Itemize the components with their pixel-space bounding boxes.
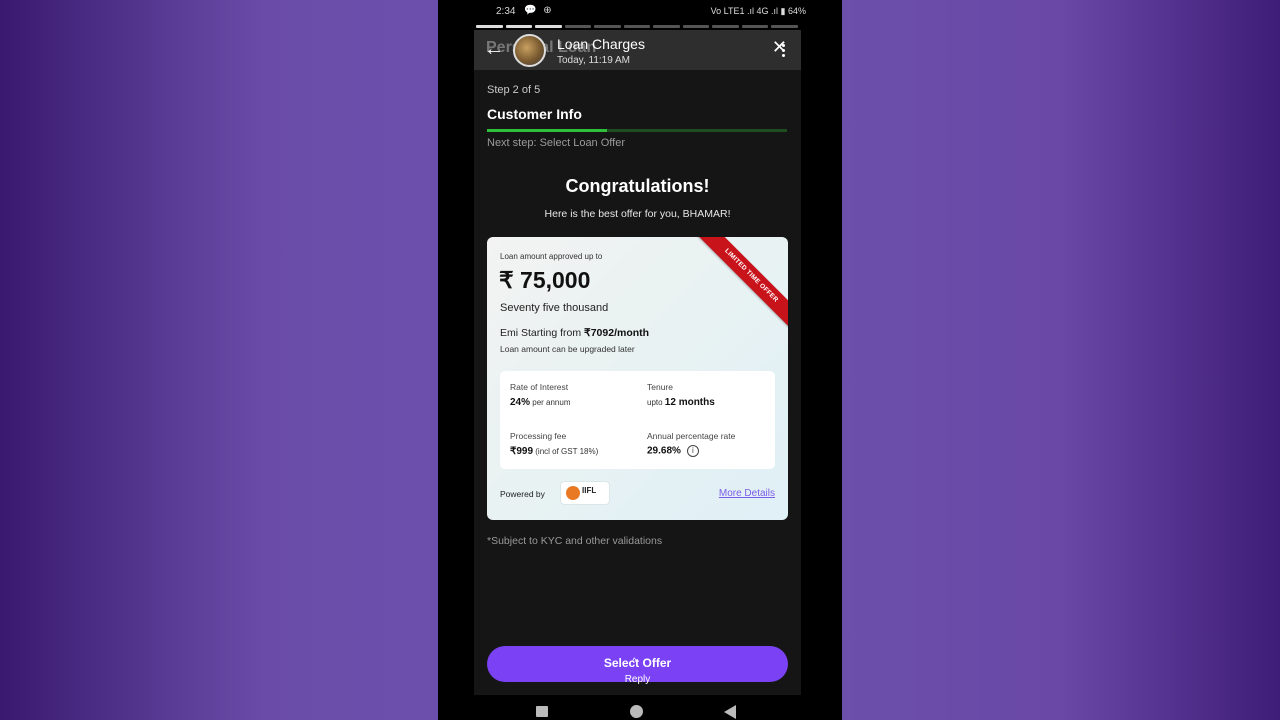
background-left [0,0,438,720]
next-step-text: Next step: Select Loan Offer [487,137,625,149]
tenure-value: upto 12 months [647,397,715,408]
reply-chevron-icon[interactable]: ^ [632,657,637,668]
limited-time-offer-ribbon: LIMITED TIME OFFER [691,237,788,336]
best-offer-subheading: Here is the best offer for you, BHAMAR! [544,208,731,220]
loan-amount: ₹ 75,000 [499,267,591,293]
story-segment [476,25,503,28]
story-segment [741,25,769,28]
fee-suffix: (incl of GST 18%) [533,447,599,456]
step-progress-fill [487,129,607,132]
story-title: Loan Charges [557,36,645,52]
rate-of-interest-value: 24% per annum [510,397,570,408]
kyc-disclaimer: *Subject to KYC and other validations [487,535,663,547]
status-time: 2:34 [496,6,516,17]
reply-label[interactable]: Reply [474,674,801,685]
story-segment [682,25,710,28]
processing-fee-value: ₹999 (incl of GST 18%) [510,446,598,457]
amount-in-words: Seventy five thousand [500,302,609,314]
status-bar: 2:34 💬 ⊕ Vo LTE1 .ıl 4G .ıl ▮ 64% [438,0,842,24]
apr-value: 29.68% i [647,445,699,457]
emi-value: ₹7092/month [584,327,650,339]
home-icon[interactable] [630,705,643,718]
notification-icons: 💬 ⊕ [524,5,554,16]
story-timestamp: Today, 11:19 AM [557,55,631,66]
emi-text: Emi Starting from ₹7092/month [500,327,649,339]
upgrade-note: Loan amount can be upgraded later [500,344,635,354]
story-segment [594,25,621,28]
iifl-logo: IIFL [561,482,609,504]
rate-value: 24% [510,397,531,408]
rate-suffix: per annum [530,398,571,407]
step-progress-bar [487,129,787,132]
more-details-link[interactable]: More Details [719,488,775,499]
story-segment [771,25,799,28]
more-options-icon[interactable] [782,44,785,58]
story-progress-bars [476,25,799,28]
step-label: Step 2 of 5 [487,84,541,96]
back-arrow-icon[interactable]: ← [484,38,506,60]
powered-by-label: Powered by [500,489,545,499]
background-right [842,0,1280,720]
tenure-label: Tenure [647,382,673,392]
congratulations-heading: Congratulations! [565,176,710,196]
status-right-icons: Vo LTE1 .ıl 4G .ıl ▮ 64% [710,6,806,16]
apr-number: 29.68% [647,445,681,457]
lender-name: IIFL [582,486,597,495]
story-header: Personal Loan ← Loan Charges Today, 11:1… [474,30,801,70]
rate-of-interest-label: Rate of Interest [510,382,569,392]
story-segment [653,25,680,28]
info-icon[interactable]: i [686,445,699,457]
step-title: Customer Info [487,106,582,122]
loan-details-box: Rate of Interest 24% per annum Tenure up… [500,371,775,469]
amount-label: Loan amount approved up to [500,252,603,261]
story-segment [505,25,533,28]
avatar[interactable] [513,34,546,67]
story-segment [535,25,562,28]
emi-prefix: Emi Starting from [500,327,585,339]
loan-offer-card: LIMITED TIME OFFER Loan amount approved … [487,237,788,520]
story-segment [564,25,592,28]
nav-back-icon[interactable] [724,705,736,719]
fee-value: ₹999 [510,446,534,457]
story-segment [623,25,651,28]
story-segment [712,25,739,28]
phone-screen: 2:34 💬 ⊕ Vo LTE1 .ıl 4G .ıl ▮ 64% Person… [438,0,842,720]
iifl-logo-mark-icon [566,486,580,500]
android-nav-bar [438,695,842,720]
recent-apps-icon[interactable] [536,706,548,717]
tenure-prefix: upto [647,398,665,407]
apr-label: Annual percentage rate [647,431,736,441]
processing-fee-label: Processing fee [510,431,567,441]
app-screen: Personal Loan ← Loan Charges Today, 11:1… [474,30,801,695]
tenure-months: 12 months [664,397,715,408]
